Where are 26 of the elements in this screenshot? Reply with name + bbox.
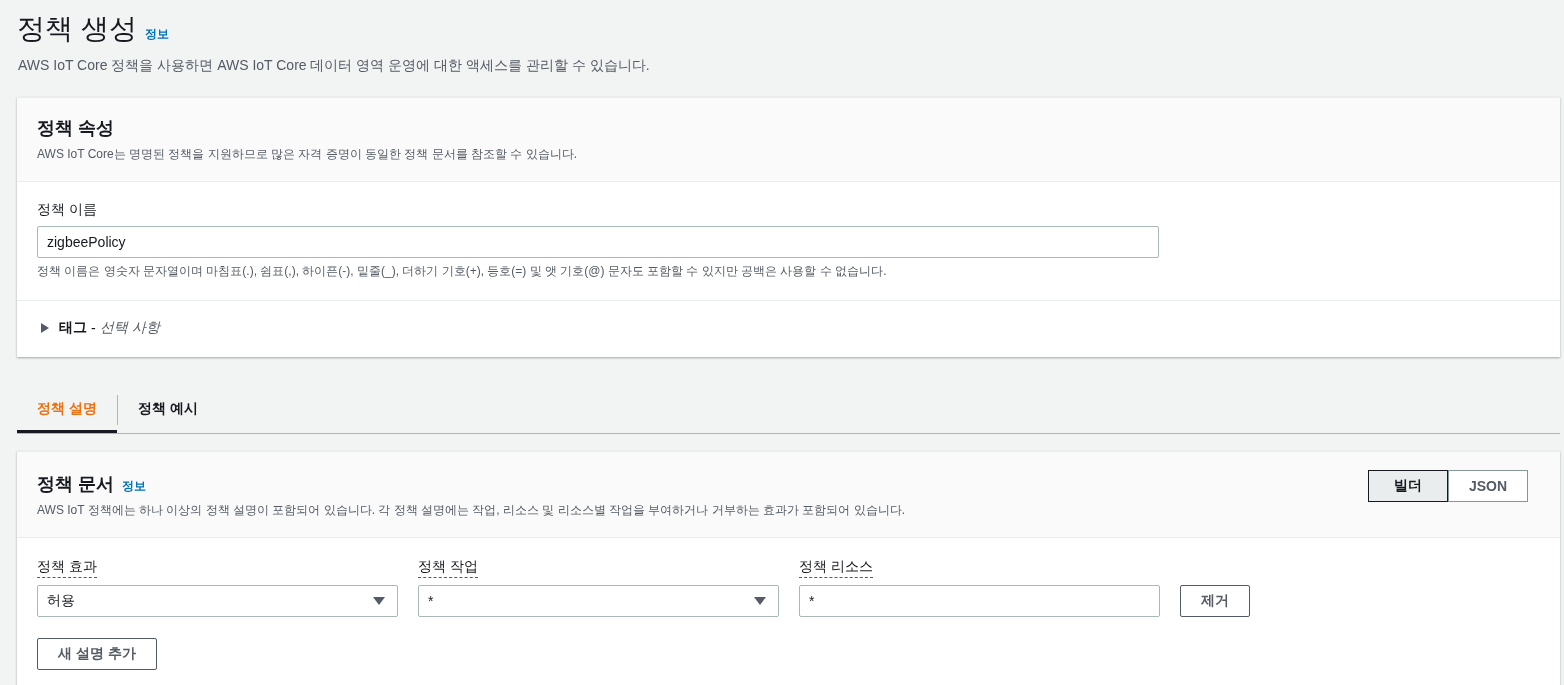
field-label: 정책 이름 (37, 201, 97, 219)
field-hint: 정책 이름은 영숫자 문자열이며 마침표(.), 쉼표(,), 하이픈(-), 밑줄(_), 더하기 기호(+), 등호(=) 및 앳 기호(@) 문자도 포함할 수 있지만 공백은 사용할 수 없습니다. (37, 263, 888, 280)
dropdown-field[interactable]: 허용 (37, 585, 398, 617)
info-link[interactable]: 정보 (122, 478, 146, 495)
page-description: AWS IoT Core 정책을 사용하면 AWS IoT Core 데이터 영역 운영에 대한 액세스를 관리할 수 있습니다. (18, 57, 651, 75)
tags-expander[interactable]: 태그 - 선택 사항 (41, 319, 160, 337)
section-description: AWS IoT Core는 명명된 정책을 지원하므로 많은 자격 증명이 동일한 정책 문서를 참조할 수 있습니다. (37, 146, 579, 163)
section-title: 정책 문서 (37, 473, 114, 496)
tab[interactable]: 정책 예시 (117, 387, 218, 433)
resource-field[interactable]: * (799, 585, 1160, 617)
remove-button[interactable]: 제거 (1180, 585, 1250, 617)
section-description: AWS IoT 정책에는 하나 이상의 정책 설명이 포함되어 있습니다. 각 정책 설명에는 작업, 리소스 및 리소스별 작업을 부여하거나 거부하는 효과가 포함되어 있습니다. (37, 502, 906, 519)
mode-toggle-button[interactable]: JSON (1448, 470, 1528, 502)
field-label: 정책 리소스 (799, 558, 873, 578)
policy-name-field[interactable]: zigbeePolicy (37, 226, 1159, 258)
caret-down-icon (754, 597, 766, 605)
mode-toggle-button[interactable]: 빌더 (1368, 470, 1448, 502)
info-link[interactable]: 정보 (144, 26, 169, 43)
section-title: 정책 속성 (37, 117, 115, 140)
caret-icon (41, 323, 49, 333)
add-statement-button[interactable]: 새 설명 추가 (37, 638, 157, 670)
field-label: 정책 효과 (37, 558, 97, 578)
caret-down-icon (373, 597, 385, 605)
dropdown-field[interactable]: * (418, 585, 779, 617)
page-title: 정책 생성 (17, 12, 137, 46)
field-label: 정책 작업 (418, 558, 478, 578)
